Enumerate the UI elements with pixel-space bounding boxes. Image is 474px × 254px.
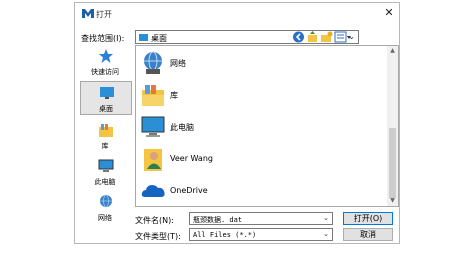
up-folder-button[interactable]: [306, 30, 319, 44]
file-name: 此电脑: [170, 123, 194, 132]
place-quick-access[interactable]: 快速访问: [80, 45, 132, 79]
user-folder-icon: [144, 149, 162, 171]
scroll-thumb[interactable]: [389, 128, 396, 198]
list-item[interactable]: Veer Wang: [138, 144, 368, 174]
title-bar[interactable]: 打开 ✕: [75, 3, 399, 25]
list-item[interactable]: 此电脑: [138, 112, 368, 142]
open-button[interactable]: 打开(O): [343, 212, 393, 225]
chevron-down-icon: ⌄: [323, 230, 329, 238]
place-label: 网络: [98, 214, 112, 222]
place-network[interactable]: 网络: [80, 191, 132, 225]
scroll-down-icon[interactable]: ▼: [387, 196, 398, 206]
vertical-scrollbar[interactable]: ▲ ▼: [387, 46, 398, 206]
filename-label: 文件名(N):: [135, 216, 174, 225]
filetype-value: All Files (*.*): [193, 231, 257, 239]
list-item[interactable]: OneDrive: [138, 176, 368, 206]
list-item[interactable]: 库: [138, 80, 368, 110]
network-icon: [100, 194, 112, 208]
look-in-label: 查找范围(I):: [81, 34, 125, 43]
scroll-up-icon[interactable]: ▲: [387, 46, 398, 56]
place-label: 此电脑: [94, 178, 116, 186]
filename-value: 瓶颈数据. dat: [193, 216, 243, 224]
list-item[interactable]: 网络: [138, 48, 368, 78]
chevron-down-icon: ⌄: [323, 214, 329, 222]
file-name: Veer Wang: [170, 154, 213, 163]
place-this-pc[interactable]: 此电脑: [80, 155, 132, 189]
star-icon: [99, 49, 113, 63]
cloud-icon: [141, 185, 165, 197]
computer-icon: [141, 116, 165, 137]
close-button[interactable]: ✕: [381, 6, 397, 20]
view-menu-button[interactable]: [334, 30, 352, 44]
look-in-value: 桌面: [151, 34, 167, 43]
place-desktop[interactable]: 桌面: [80, 81, 132, 115]
new-folder-button[interactable]: [320, 30, 333, 44]
network-icon: [144, 51, 162, 74]
app-logo-icon: [82, 9, 94, 18]
places-bar: 快速访问 桌面 库 此电脑 网络: [80, 45, 132, 233]
place-label: 快速访问: [91, 68, 119, 76]
open-file-dialog: 打开 ✕ 查找范围(I): 桌面 ⌄ 快速访问 桌面 库 此电脑 网络 网络 库…: [74, 2, 400, 244]
library-icon: [99, 124, 113, 137]
cancel-button[interactable]: 取消: [343, 228, 393, 241]
file-name: OneDrive: [170, 186, 208, 195]
window-title: 打开: [96, 10, 112, 19]
filetype-dropdown[interactable]: All Files (*.*) ⌄: [189, 228, 333, 241]
library-icon: [142, 85, 164, 106]
file-name: 网络: [170, 59, 186, 68]
file-name: 库: [170, 91, 178, 100]
back-button[interactable]: [292, 30, 305, 44]
computer-icon: [98, 159, 114, 172]
place-label: 库: [101, 142, 109, 150]
place-label: 桌面: [99, 105, 113, 113]
place-library[interactable]: 库: [80, 119, 132, 153]
file-list[interactable]: 网络 库 此电脑 Veer Wang OneDrive: [135, 45, 399, 207]
filetype-label: 文件类型(T):: [135, 232, 181, 241]
filename-input[interactable]: 瓶颈数据. dat ⌄: [189, 212, 333, 225]
desktop-folder-icon: [139, 34, 148, 41]
desktop-icon: [100, 87, 114, 99]
